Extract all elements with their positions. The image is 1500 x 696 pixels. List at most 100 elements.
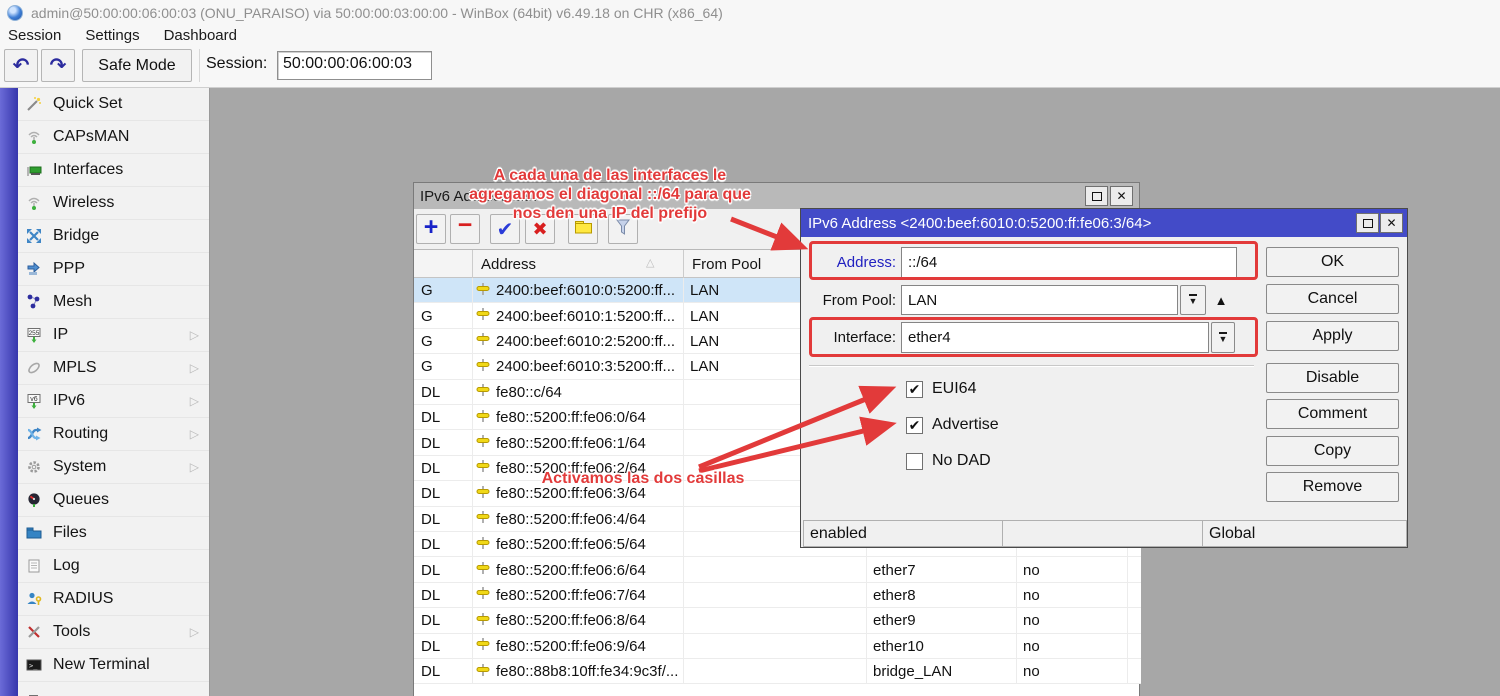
- address-input[interactable]: ::/64: [901, 247, 1237, 278]
- ok-button[interactable]: OK: [1266, 247, 1399, 277]
- eui64-checkbox[interactable]: ✔: [906, 381, 923, 398]
- ppp-icon: [25, 261, 43, 277]
- address-field-label: Address:: [811, 254, 896, 271]
- table-row[interactable]: DLfe80::5200:ff:fe06:6/64ether7no: [414, 557, 1141, 582]
- address-cell: 2400:beef:6010:0:5200:ff...: [472, 278, 683, 303]
- no-dad-checkbox[interactable]: ✔: [906, 453, 923, 470]
- sidebar-item-bridge[interactable]: Bridge: [18, 220, 209, 253]
- table-row[interactable]: DLfe80::5200:ff:fe06:7/64ether8no: [414, 583, 1141, 608]
- cancel-button[interactable]: Cancel: [1266, 284, 1399, 314]
- sidebar-item-capsman[interactable]: CAPsMAN: [18, 121, 209, 154]
- sidebar-item-log[interactable]: Log: [18, 550, 209, 583]
- interface-cell: bridge_LAN: [866, 659, 1016, 684]
- address-icon: [476, 663, 490, 681]
- column-divider: [1127, 557, 1128, 581]
- sidebar-item-mpls[interactable]: MPLS ▷: [18, 352, 209, 385]
- sidebar-item-routing[interactable]: Routing ▷: [18, 418, 209, 451]
- dialog-titlebar[interactable]: IPv6 Address <2400:beef:6010:0:5200:ff:f…: [801, 209, 1407, 237]
- interface-cell: ether10: [866, 634, 1016, 659]
- redo-button[interactable]: ↷: [41, 49, 75, 82]
- flags-cell: DL: [414, 456, 472, 481]
- sidebar-item-ipv6[interactable]: v6 IPv6 ▷: [18, 385, 209, 418]
- advertise-checkbox[interactable]: ✔: [906, 417, 923, 434]
- no-dad-checkbox-row[interactable]: ✔ No DAD: [906, 452, 991, 470]
- close-button[interactable]: ✕: [1110, 186, 1133, 206]
- maximize-button[interactable]: [1356, 213, 1379, 233]
- sidebar-item-wireless[interactable]: Wireless: [18, 187, 209, 220]
- column-divider: [472, 532, 473, 556]
- menu-settings[interactable]: Settings: [85, 27, 139, 44]
- column-divider: [683, 278, 684, 302]
- antenna-icon: [25, 129, 43, 145]
- submenu-arrow-icon: ▷: [190, 394, 199, 408]
- copy-button[interactable]: Copy: [1266, 436, 1399, 466]
- session-value-field[interactable]: 50:00:00:06:00:03: [277, 51, 432, 80]
- sidebar-item-tools[interactable]: Tools ▷: [18, 616, 209, 649]
- column-divider: [683, 380, 684, 404]
- svg-text:>_: >_: [29, 662, 38, 670]
- maximize-icon: [1092, 192, 1102, 201]
- advertise-checkbox-row[interactable]: ✔ Advertise: [906, 416, 999, 434]
- column-header-flags[interactable]: [414, 250, 472, 278]
- maximize-icon: [1363, 219, 1373, 228]
- column-divider: [866, 608, 867, 632]
- interface-dropdown-button[interactable]: ▼: [1211, 322, 1235, 353]
- address-cell: 2400:beef:6010:1:5200:ff...: [472, 303, 683, 328]
- mesh-icon: [25, 294, 43, 310]
- safe-mode-button[interactable]: Safe Mode: [82, 49, 192, 82]
- sidebar-item-partial[interactable]: [18, 682, 209, 696]
- from-pool-input[interactable]: LAN: [901, 285, 1178, 315]
- disable-button[interactable]: Disable: [1266, 363, 1399, 393]
- menu-dashboard[interactable]: Dashboard: [164, 27, 237, 44]
- sidebar-item-interfaces[interactable]: Interfaces: [18, 154, 209, 187]
- maximize-button[interactable]: [1085, 186, 1108, 206]
- remove-button[interactable]: Remove: [1266, 472, 1399, 502]
- comment-button[interactable]: Comment: [1266, 399, 1399, 429]
- address-icon: [476, 409, 490, 427]
- from-pool-dropdown-button[interactable]: ▼: [1180, 285, 1206, 315]
- address-cell: fe80::5200:ff:fe06:6/64: [472, 557, 683, 582]
- address-icon: [476, 637, 490, 655]
- address-cell: fe80::5200:ff:fe06:0/64: [472, 405, 683, 430]
- advertise-cell: no: [1016, 634, 1127, 659]
- advertise-cell: no: [1016, 659, 1127, 684]
- table-row[interactable]: DLfe80::5200:ff:fe06:9/64ether10no: [414, 634, 1141, 659]
- sidebar-item-new-terminal[interactable]: >_ New Terminal: [18, 649, 209, 682]
- table-row[interactable]: DLfe80::88b8:10ff:fe34:9c3f/...bridge_LA…: [414, 659, 1141, 684]
- ip-255-icon: 255: [25, 327, 43, 343]
- column-divider: [866, 583, 867, 607]
- table-row[interactable]: DLfe80::5200:ff:fe06:8/64ether9no: [414, 608, 1141, 633]
- svg-text:v6: v6: [30, 396, 38, 403]
- log-sheet-icon: [25, 558, 43, 574]
- flags-cell: G: [414, 354, 472, 379]
- sidebar-item-quick-set[interactable]: Quick Set: [18, 88, 209, 121]
- address-icon: [476, 459, 490, 477]
- collapse-button[interactable]: ▲: [1209, 287, 1233, 313]
- column-divider: [1127, 608, 1128, 632]
- close-button[interactable]: ✕: [1380, 213, 1403, 233]
- eui64-checkbox-row[interactable]: ✔ EUI64: [906, 380, 976, 398]
- svg-text:255: 255: [29, 330, 40, 337]
- sidebar-item-mesh[interactable]: Mesh: [18, 286, 209, 319]
- sidebar-item-ip[interactable]: 255 IP ▷: [18, 319, 209, 352]
- sidebar-item-queues[interactable]: Queues: [18, 484, 209, 517]
- undo-button[interactable]: ↶: [4, 49, 38, 82]
- column-divider: [472, 583, 473, 607]
- sidebar-item-files[interactable]: Files: [18, 517, 209, 550]
- address-icon: [476, 536, 490, 554]
- address-icon: [476, 561, 490, 579]
- sidebar-item-ppp[interactable]: PPP: [18, 253, 209, 286]
- flags-cell: DL: [414, 405, 472, 430]
- apply-button[interactable]: Apply: [1266, 321, 1399, 351]
- wand-icon: [25, 96, 43, 112]
- ipv6-address-dialog: IPv6 Address <2400:beef:6010:0:5200:ff:f…: [800, 208, 1408, 548]
- from-pool-cell: [683, 583, 866, 608]
- address-icon: [476, 434, 490, 452]
- sidebar-item-system[interactable]: System ▷: [18, 451, 209, 484]
- column-divider: [683, 430, 684, 454]
- sidebar-item-radius[interactable]: RADIUS: [18, 583, 209, 616]
- menu-session[interactable]: Session: [8, 27, 61, 44]
- interface-input[interactable]: ether4: [901, 322, 1209, 353]
- plus-icon: +: [424, 215, 439, 240]
- interface-cell: ether8: [866, 583, 1016, 608]
